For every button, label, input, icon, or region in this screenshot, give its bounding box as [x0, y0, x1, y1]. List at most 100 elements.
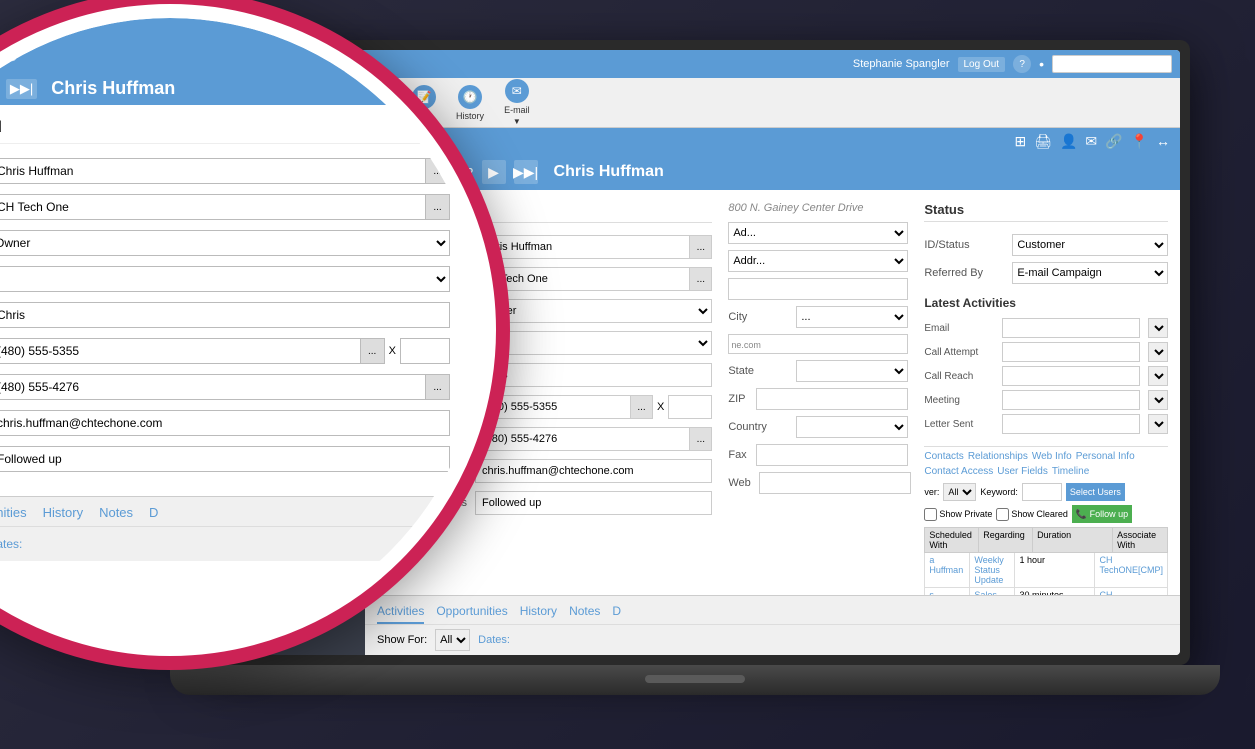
email-activity-input[interactable]	[1002, 318, 1140, 338]
row1-regarding[interactable]: Weekly Status Update	[970, 553, 1015, 587]
contact-input[interactable]	[475, 235, 690, 259]
web-input[interactable]	[759, 472, 911, 494]
circle-tab-d[interactable]: D	[149, 501, 158, 526]
dates-label[interactable]: Dates:	[478, 634, 510, 646]
history-tab[interactable]: History	[520, 600, 557, 624]
circle-company-row: Company ...	[0, 194, 450, 220]
circle-contact-input[interactable]	[0, 158, 426, 184]
nav-icon-6[interactable]: 📍	[1129, 131, 1150, 152]
circle-salutation-input[interactable]	[0, 302, 450, 328]
contact-ellipsis-btn[interactable]: ...	[690, 235, 712, 259]
top-search-input[interactable]	[1052, 55, 1172, 73]
last-results-input[interactable]	[475, 491, 712, 515]
opportunities-tab[interactable]: Opportunities	[436, 600, 507, 624]
mobile-ellipsis-btn[interactable]: ...	[690, 427, 712, 451]
referred-by-select[interactable]: E-mail Campaign	[1012, 262, 1168, 284]
phone-x-label: X	[657, 401, 664, 413]
record-nav: |◀◀ ◀ 1 of 2 ▶ ▶▶| Chris Huffman	[365, 154, 1180, 190]
col-scheduled: Scheduled With	[925, 528, 979, 552]
show-private-checkbox[interactable]	[924, 508, 937, 521]
row1-scheduled[interactable]: a Huffman	[925, 553, 970, 587]
nav-icon-4[interactable]: ✉	[1083, 131, 1099, 152]
circle-contact-ellipsis[interactable]: ...	[426, 158, 450, 184]
circle-phone-input[interactable]	[0, 338, 361, 364]
circle-tab-notes[interactable]: Notes	[99, 501, 133, 526]
history-button[interactable]: 🕐 History	[448, 81, 492, 125]
nav-icon-1[interactable]: ⊞	[1012, 131, 1028, 152]
ver-select[interactable]: All	[943, 483, 976, 501]
tab-user-fields[interactable]: User Fields	[997, 466, 1048, 477]
meeting-activity-input[interactable]	[1002, 390, 1140, 410]
circle-last-results-input[interactable]	[0, 446, 450, 472]
zip-input[interactable]	[756, 388, 908, 410]
d-tab[interactable]: D	[612, 600, 621, 624]
state-select[interactable]	[796, 360, 908, 382]
call-reach-input[interactable]	[1002, 366, 1140, 386]
sub-table-header: Scheduled With Regarding Duration Associ…	[924, 527, 1168, 553]
mobile-input[interactable]	[475, 427, 690, 451]
show-cleared-checkbox[interactable]	[996, 508, 1009, 521]
circle-phone-ext[interactable]	[400, 338, 450, 364]
circle-mobile-ellipsis[interactable]: ...	[426, 374, 450, 400]
nav-icon-7[interactable]: ↔	[1154, 131, 1172, 152]
nav-icon-3[interactable]: 👤	[1058, 131, 1079, 152]
tab-personal-info[interactable]: Personal Info	[1076, 451, 1135, 462]
state-select-1[interactable]: Addr...	[728, 250, 908, 272]
circle-tab-opportunities[interactable]: Opportunities	[0, 501, 27, 526]
email-activity-select[interactable]	[1148, 318, 1168, 338]
referred-by-label: Referred By	[924, 267, 1004, 279]
tab-timeline[interactable]: Timeline	[1052, 466, 1089, 477]
show-for-select[interactable]: All	[435, 629, 470, 651]
letter-sent-select[interactable]	[1148, 414, 1168, 434]
circle-mobile-input[interactable]	[0, 374, 426, 400]
tab-relationships[interactable]: Relationships	[968, 451, 1028, 462]
row1-duration: 1 hour	[1015, 553, 1095, 587]
address-dropdown-row: Ad...	[728, 222, 908, 244]
last-record-btn[interactable]: ▶▶|	[514, 160, 538, 184]
keyword-input[interactable]	[1022, 483, 1062, 501]
call-attempt-input[interactable]	[1002, 342, 1140, 362]
row2-regarding[interactable]: Sales Demo	[970, 588, 1015, 595]
letter-sent-input[interactable]	[1002, 414, 1140, 434]
nav-icon-2[interactable]: 🖨	[1032, 131, 1054, 152]
select-users-btn[interactable]: Select Users	[1066, 483, 1125, 501]
phone-ext-input[interactable]	[668, 395, 712, 419]
circle-title-select[interactable]: Owner	[0, 230, 450, 256]
logout-button[interactable]: Log Out	[958, 57, 1006, 72]
email-input[interactable]	[475, 459, 712, 483]
id-status-select[interactable]: Customer	[1012, 234, 1168, 256]
meeting-activity-select[interactable]	[1148, 390, 1168, 410]
call-reach-select[interactable]	[1148, 366, 1168, 386]
city-select[interactable]: ...	[796, 306, 908, 328]
nav-icon-5[interactable]: 🔗	[1103, 131, 1124, 152]
email-button[interactable]: ✉ E-mail ▼	[496, 75, 538, 130]
circle-last-btn[interactable]: ▶▶|	[6, 79, 37, 99]
phone-ellipsis-btn[interactable]: ...	[631, 395, 653, 419]
follow-up-btn[interactable]: 📞 Follow up	[1072, 505, 1132, 523]
fax-input[interactable]	[756, 444, 908, 466]
tab-web-info[interactable]: Web Info	[1032, 451, 1072, 462]
circle-dates-label[interactable]: Dates:	[0, 537, 22, 551]
meeting-activity-row: Meeting	[924, 390, 1168, 410]
next-record-btn[interactable]: ▶	[482, 160, 506, 184]
circle-email-input[interactable]	[0, 410, 450, 436]
help-button[interactable]: ?	[1013, 55, 1031, 73]
circle-company-ellipsis[interactable]: ...	[426, 194, 450, 220]
circle-tab-history[interactable]: History	[43, 501, 83, 526]
circle-dept-select[interactable]	[0, 266, 450, 292]
company-ellipsis-btn[interactable]: ...	[690, 267, 712, 291]
activities-tab[interactable]: Activities	[377, 600, 424, 624]
tab-contact-access[interactable]: Contact Access	[924, 466, 993, 477]
salutation-input[interactable]	[475, 363, 712, 387]
country-select[interactable]	[796, 416, 908, 438]
row2-scheduled[interactable]: s Huffman	[925, 588, 970, 595]
address-type-select[interactable]: Ad...	[728, 222, 908, 244]
call-attempt-select[interactable]	[1148, 342, 1168, 362]
address-input-1[interactable]	[728, 278, 908, 300]
department-select[interactable]	[475, 331, 712, 355]
circle-phone-ellipsis[interactable]: ...	[361, 338, 385, 364]
tab-contacts[interactable]: Contacts	[924, 451, 963, 462]
notes-tab[interactable]: Notes	[569, 600, 600, 624]
title-select[interactable]: Owner	[475, 299, 712, 323]
circle-company-input[interactable]	[0, 194, 426, 220]
